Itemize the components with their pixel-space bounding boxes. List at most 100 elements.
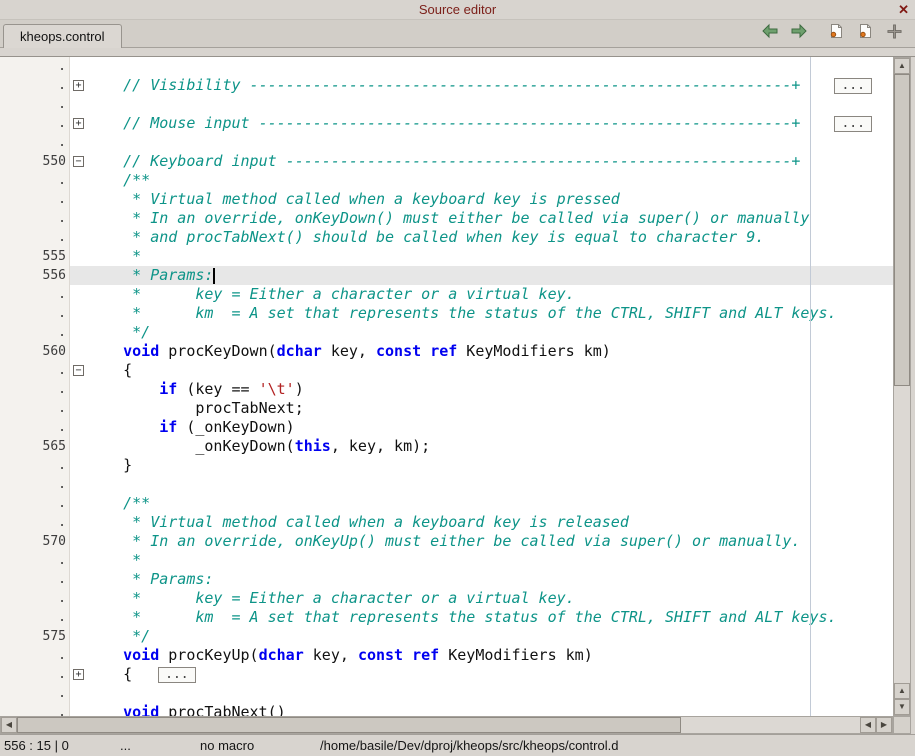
code-line[interactable]: . [0, 95, 893, 114]
scroll-left-icon[interactable]: ◀ [860, 717, 876, 733]
code-line[interactable]: . if (key == '\t') [0, 380, 893, 399]
fold-expand-marker-icon[interactable]: + [73, 80, 84, 91]
folded-code-ellipsis[interactable]: ... [834, 116, 871, 132]
code-line[interactable]: 565 _onKeyDown(this, key, km); [0, 437, 893, 456]
line-number: . [0, 570, 70, 589]
code-line[interactable]: . procTabNext; [0, 399, 893, 418]
fold-column: + [70, 665, 87, 684]
code-line[interactable]: . /** [0, 171, 893, 190]
code-token: */ [87, 627, 150, 645]
code-text: // Visibility --------------------------… [87, 76, 893, 95]
code-line[interactable]: .+ // Visibility -----------------------… [0, 76, 893, 95]
folded-code-ellipsis[interactable]: ... [834, 78, 871, 94]
code-token: * Virtual method called when a keyboard … [87, 513, 629, 531]
code-text: procTabNext; [87, 399, 893, 418]
code-line[interactable]: . * and procTabNext() should be called w… [0, 228, 893, 247]
code-line[interactable]: 555 * [0, 247, 893, 266]
line-number: . [0, 399, 70, 418]
fold-collapse-marker-icon[interactable]: − [73, 156, 84, 167]
horizontal-scrollbar[interactable]: ◀ ◀ ▶ [0, 716, 893, 734]
code-line[interactable]: 575 */ [0, 627, 893, 646]
save-file-button[interactable] [825, 23, 847, 45]
line-number: . [0, 665, 70, 684]
scrollbar-corner [893, 716, 911, 734]
code-line[interactable]: . */ [0, 323, 893, 342]
line-number: . [0, 361, 70, 380]
line-number: 550 [0, 152, 70, 171]
code-line[interactable]: . * Params: [0, 570, 893, 589]
code-text: * km = A set that represents the status … [87, 608, 893, 627]
vertical-scrollbar[interactable]: ▲ ▲ ▼ [893, 57, 911, 716]
code-token: ) [295, 380, 304, 398]
code-line[interactable]: . * key = Either a character or a virtua… [0, 589, 893, 608]
nav-back-button[interactable] [759, 23, 781, 45]
code-line[interactable]: . * km = A set that represents the statu… [0, 608, 893, 627]
code-token: /** [87, 494, 150, 512]
code-line[interactable]: . * In an override, onKeyDown() must eit… [0, 209, 893, 228]
code-text: // Keyboard input ----------------------… [87, 152, 893, 171]
scroll-up-icon[interactable]: ▲ [894, 58, 910, 74]
code-line[interactable]: 560 void procKeyDown(dchar key, const re… [0, 342, 893, 361]
code-editor[interactable]: ..+ // Visibility ----------------------… [0, 57, 893, 716]
fold-expand-marker-icon[interactable]: + [73, 118, 84, 129]
folded-code-ellipsis[interactable]: ... [158, 667, 195, 683]
code-line[interactable]: .+ // Mouse input ----------------------… [0, 114, 893, 133]
code-token: * In an override, onKeyUp() must either … [87, 532, 800, 550]
code-line[interactable]: 556 * Params: [0, 266, 893, 285]
code-line[interactable]: . * Virtual method called when a keyboar… [0, 190, 893, 209]
fold-column [70, 380, 87, 399]
line-number: 555 [0, 247, 70, 266]
code-line[interactable]: . * km = A set that represents the statu… [0, 304, 893, 323]
vertical-scrollbar-thumb[interactable] [894, 74, 910, 386]
fold-column [70, 456, 87, 475]
code-line[interactable]: . * key = Either a character or a virtua… [0, 285, 893, 304]
titlebar: Source editor ✕ [0, 0, 915, 20]
code-text: void procKeyDown(dchar key, const ref Ke… [87, 342, 893, 361]
code-line[interactable]: 570 * In an override, onKeyUp() must eit… [0, 532, 893, 551]
scroll-down-icon[interactable]: ▼ [894, 699, 910, 715]
fold-column [70, 551, 87, 570]
code-line[interactable]: .+ {... [0, 665, 893, 684]
code-line[interactable]: . void procKeyUp(dchar key, const ref Ke… [0, 646, 893, 665]
code-token: KeyModifiers km) [439, 646, 593, 664]
horizontal-scrollbar-thumb[interactable] [17, 717, 681, 733]
close-icon[interactable]: ✕ [898, 0, 909, 19]
code-token: key, [304, 646, 358, 664]
line-number: . [0, 95, 70, 114]
tab-kheops-control[interactable]: kheops.control [3, 24, 122, 48]
fold-column [70, 418, 87, 437]
detach-button[interactable] [883, 23, 905, 45]
fold-collapse-marker-icon[interactable]: − [73, 365, 84, 376]
nav-forward-button[interactable] [788, 23, 810, 45]
code-line[interactable]: 550− // Keyboard input -----------------… [0, 152, 893, 171]
fold-column [70, 285, 87, 304]
code-line[interactable]: . } [0, 456, 893, 475]
code-text: void procKeyUp(dchar key, const ref KeyM… [87, 646, 893, 665]
code-line[interactable]: . if (_onKeyDown) [0, 418, 893, 437]
scroll-up-icon[interactable]: ▲ [894, 683, 910, 699]
code-line[interactable]: . [0, 684, 893, 703]
tabbar: kheops.control [0, 20, 915, 48]
code-token: // Keyboard input ----------------------… [87, 152, 800, 170]
line-number: . [0, 228, 70, 247]
code-line[interactable]: . [0, 133, 893, 152]
code-line[interactable]: . [0, 57, 893, 76]
code-line[interactable]: . * Virtual method called when a keyboar… [0, 513, 893, 532]
code-line[interactable]: . [0, 475, 893, 494]
save-as-button[interactable] [854, 23, 876, 45]
arrow-left-icon [761, 23, 779, 44]
fold-column [70, 627, 87, 646]
code-line[interactable]: . * [0, 551, 893, 570]
scroll-right-icon[interactable]: ▶ [876, 717, 892, 733]
code-text: if (key == '\t') [87, 380, 893, 399]
code-token: , key, km); [331, 437, 430, 455]
code-text: * key = Either a character or a virtual … [87, 589, 893, 608]
code-token: const [376, 342, 421, 360]
code-line[interactable]: . void procTabNext() [0, 703, 893, 716]
fold-expand-marker-icon[interactable]: + [73, 669, 84, 680]
code-line[interactable]: . /** [0, 494, 893, 513]
code-text: // Mouse input -------------------------… [87, 114, 893, 133]
line-number: . [0, 456, 70, 475]
code-line[interactable]: .− { [0, 361, 893, 380]
scroll-left-icon[interactable]: ◀ [1, 717, 17, 733]
